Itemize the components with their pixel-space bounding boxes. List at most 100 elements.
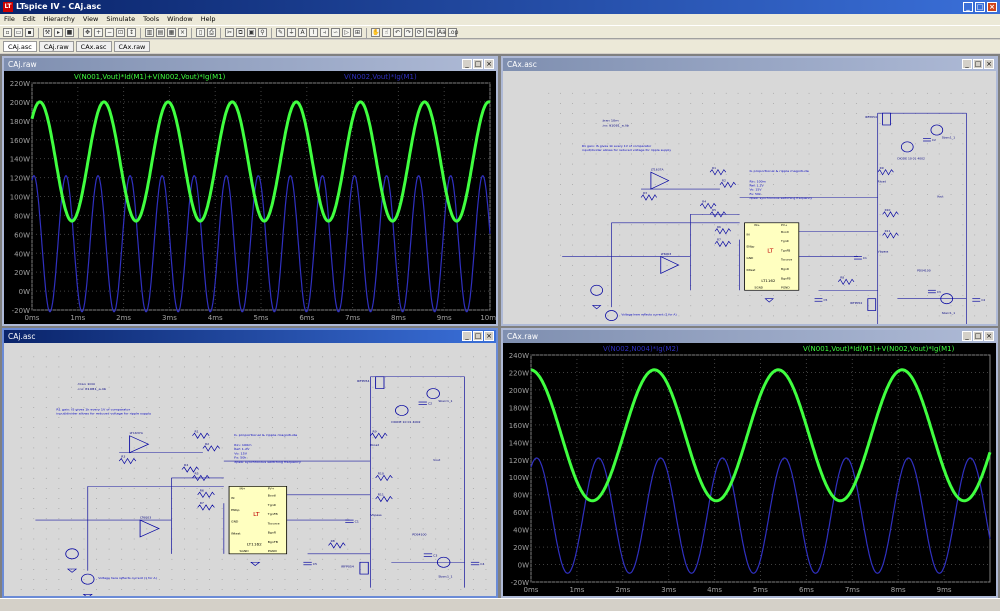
menu-file[interactable]: File bbox=[4, 14, 15, 25]
close-window-icon[interactable]: × bbox=[178, 28, 187, 37]
minimize-icon[interactable]: _ bbox=[963, 2, 973, 12]
maximize-icon[interactable]: □ bbox=[973, 59, 983, 69]
autorange-icon[interactable]: ↕ bbox=[127, 28, 136, 37]
zoom-in-icon[interactable]: + bbox=[94, 28, 103, 37]
voltage-source bbox=[81, 573, 95, 585]
rotate-icon[interactable]: ⟳ bbox=[415, 28, 424, 37]
menu-window[interactable]: Window bbox=[167, 14, 193, 25]
new-file-icon[interactable]: ▫ bbox=[3, 28, 12, 37]
close-icon[interactable]: × bbox=[484, 331, 494, 341]
menu-hierarchy[interactable]: Hierarchy bbox=[43, 14, 74, 25]
schematic-canvas[interactable]: .tran 10m.inc lt1081_a.libR1 gain: IS gi… bbox=[4, 343, 496, 599]
tab-caj-asc[interactable]: CAj.asc bbox=[3, 41, 37, 52]
spice-directive-icon[interactable]: .op bbox=[448, 28, 458, 37]
resistor-icon[interactable]: ⌇ bbox=[309, 28, 318, 37]
menu-view[interactable]: View bbox=[83, 14, 98, 25]
toolbar-divider bbox=[220, 28, 221, 38]
trace-label-1[interactable]: V(N001,Vout)*Id(M1)+V(N002,Vout)*Ig(M1) bbox=[803, 345, 955, 353]
schematic-window-cax[interactable]: CAx.asc _ □ × .tran 10m .inc lt1081_a.lib R1… bbox=[501, 56, 998, 335]
inductor-icon[interactable]: ∽ bbox=[331, 28, 340, 37]
close-icon[interactable]: × bbox=[984, 59, 994, 69]
wire-icon[interactable]: ✎ bbox=[276, 28, 285, 37]
tile-horizontal-icon[interactable]: ▤ bbox=[156, 28, 165, 37]
mirror-icon[interactable]: ⇋ bbox=[426, 28, 435, 37]
grid-dot bbox=[271, 427, 273, 429]
print-icon[interactable]: ⎙ bbox=[207, 28, 216, 37]
grid-dot bbox=[643, 204, 644, 205]
ground-icon[interactable]: ⏚ bbox=[287, 28, 296, 37]
schematic-canvas[interactable]: .tran 10m.inc lt1081_a.libR1 gain: IS gi… bbox=[503, 71, 996, 335]
minimize-icon[interactable]: _ bbox=[462, 331, 472, 341]
drag-icon[interactable]: ☝ bbox=[382, 28, 391, 37]
menu-edit[interactable]: Edit bbox=[23, 14, 36, 25]
menu-tools[interactable]: Tools bbox=[143, 14, 159, 25]
waveform-plot[interactable]: V(N002,N004)*Ig(M2) V(N001,Vout)*Id(M1)+… bbox=[503, 343, 996, 596]
pan-icon[interactable]: ✥ bbox=[83, 28, 92, 37]
run-icon[interactable]: ▸ bbox=[54, 28, 63, 37]
redo-icon[interactable]: ↷ bbox=[404, 28, 413, 37]
grid-dot bbox=[631, 123, 632, 124]
x-tick-label: 1ms bbox=[70, 314, 85, 322]
grid-dot bbox=[96, 447, 97, 449]
trace-label-2[interactable]: V(N002,N004)*Ig(M2) bbox=[603, 345, 679, 353]
grid-dot bbox=[271, 356, 273, 358]
grid-dot bbox=[158, 427, 160, 429]
menu-help[interactable]: Help bbox=[201, 14, 216, 25]
diode-icon[interactable]: ▷ bbox=[342, 28, 351, 37]
minimize-icon[interactable]: _ bbox=[462, 59, 472, 69]
window-titlebar[interactable]: CAx.asc _ □ × bbox=[503, 58, 996, 71]
plot-window-caj-raw[interactable]: CAj.raw _ □ × V(N001,Vout)*Id(M1)+V(N002,V… bbox=[2, 56, 500, 326]
halt-icon[interactable]: ■ bbox=[65, 28, 74, 37]
maximize-icon[interactable]: □ bbox=[473, 59, 483, 69]
close-icon[interactable]: × bbox=[987, 2, 997, 12]
move-icon[interactable]: ✋ bbox=[371, 28, 380, 37]
print-preview-icon[interactable]: ▯ bbox=[196, 28, 205, 37]
copy-icon[interactable]: ⧉ bbox=[236, 28, 245, 37]
grid-dot bbox=[359, 558, 361, 560]
paste-icon[interactable]: ▣ bbox=[247, 28, 256, 37]
grid-dot bbox=[58, 518, 60, 520]
tab-cax-raw[interactable]: CAx.raw bbox=[113, 41, 151, 52]
find-icon[interactable]: ⚲ bbox=[258, 28, 267, 37]
trace-label-2[interactable]: V(N002,Vout)*Ig(M1) bbox=[344, 73, 417, 81]
window-titlebar[interactable]: CAx.raw _ □ × bbox=[503, 330, 996, 343]
maximize-icon[interactable]: □ bbox=[973, 331, 983, 341]
open-file-icon[interactable]: ▭ bbox=[14, 28, 23, 37]
grid-dot bbox=[855, 305, 857, 307]
grid-dot bbox=[246, 407, 248, 408]
grid-dot bbox=[808, 285, 810, 286]
close-icon[interactable]: × bbox=[484, 59, 494, 69]
maximize-icon[interactable]: □ bbox=[975, 2, 985, 12]
schematic-window-caj[interactable]: CAj.asc _ □ × .tran 10m .inc lt1081_a.lib R1… bbox=[2, 328, 498, 599]
grid-dot bbox=[347, 427, 349, 429]
window-titlebar[interactable]: CAj.raw _ □ × bbox=[4, 58, 496, 71]
cascade-icon[interactable]: ▦ bbox=[167, 28, 176, 37]
grid-dot bbox=[221, 407, 223, 408]
trace-label-1[interactable]: V(N001,Vout)*Id(M1)+V(N002,Vout)*Ig(M1) bbox=[74, 73, 226, 81]
grid-dot bbox=[146, 558, 148, 560]
ic-pin-label: ENbp bbox=[231, 508, 240, 512]
capacitor-icon[interactable]: ⫞ bbox=[320, 28, 329, 37]
save-icon[interactable]: ▪ bbox=[25, 28, 34, 37]
control-panel-icon[interactable]: ⚒ bbox=[43, 28, 52, 37]
text-icon[interactable]: Aa bbox=[437, 28, 446, 37]
maximize-icon[interactable]: □ bbox=[473, 331, 483, 341]
component-icon[interactable]: ⊞ bbox=[353, 28, 362, 37]
cut-icon[interactable]: ✂ bbox=[225, 28, 234, 37]
window-titlebar[interactable]: CAj.asc _ □ × bbox=[4, 330, 496, 343]
tab-caj-raw[interactable]: CAj.raw bbox=[38, 41, 74, 52]
zoom-fit-icon[interactable]: ⊡ bbox=[116, 28, 125, 37]
menu-simulate[interactable]: Simulate bbox=[106, 14, 135, 25]
label-net-icon[interactable]: A bbox=[298, 28, 307, 37]
undo-icon[interactable]: ↶ bbox=[393, 28, 402, 37]
grid-dot bbox=[347, 548, 349, 550]
plot-window-cax-raw[interactable]: CAx.raw _ □ × V(N002,N004)*Ig(M2) V(N001,V… bbox=[501, 328, 998, 598]
tile-vertical-icon[interactable]: ▥ bbox=[145, 28, 154, 37]
grid-dot bbox=[234, 579, 236, 580]
minimize-icon[interactable]: _ bbox=[962, 331, 972, 341]
minimize-icon[interactable]: _ bbox=[962, 59, 972, 69]
waveform-plot[interactable]: V(N001,Vout)*Id(M1)+V(N002,Vout)*Ig(M1) … bbox=[4, 71, 500, 324]
zoom-out-icon[interactable]: − bbox=[105, 28, 114, 37]
tab-cax-asc[interactable]: CAx.asc bbox=[75, 41, 112, 52]
close-icon[interactable]: × bbox=[984, 331, 994, 341]
